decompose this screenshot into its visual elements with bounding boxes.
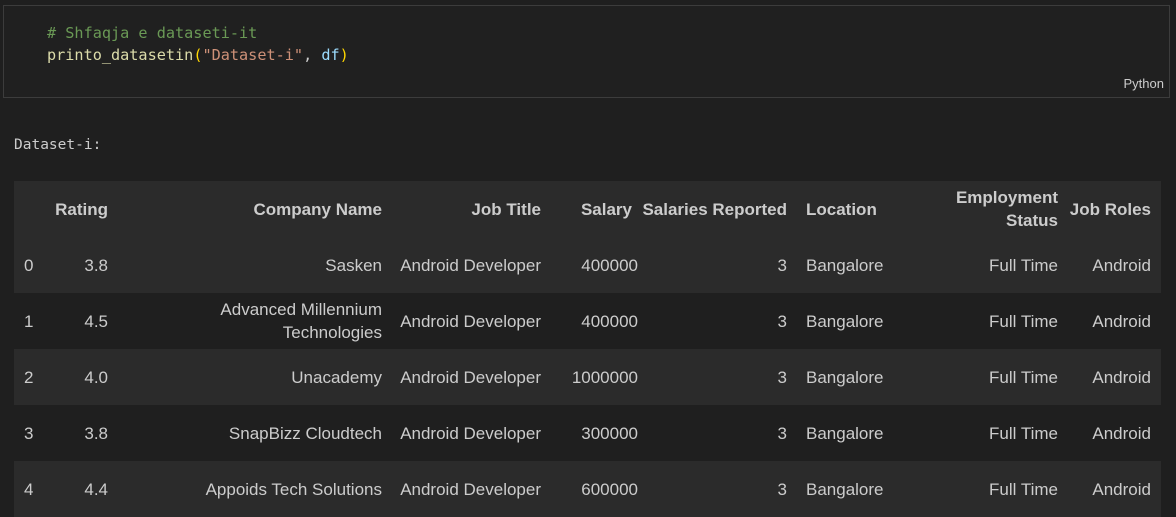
header-employment-status: Employment Status	[955, 188, 1058, 230]
cell-language-label[interactable]: Python	[1124, 76, 1164, 91]
table-row: 4 4.4 Appoids Tech Solutions Android Dev…	[14, 461, 1161, 517]
table-row: 3 3.8 SnapBizz Cloudtech Android Develop…	[14, 405, 1161, 461]
cell-company-name: Advanced Millennium Technologies	[220, 300, 382, 342]
cell-company-name: SnapBizz Cloudtech	[228, 423, 382, 443]
cell-job-roles: Android	[1092, 311, 1151, 331]
cell-job-roles: Android	[1092, 423, 1151, 443]
table-row: 1 4.5 Advanced Millennium Technologies A…	[14, 293, 1161, 349]
cell-job-title: Android Developer	[400, 311, 541, 331]
cell-employment-status: Full Time	[989, 423, 1058, 443]
header-salary: Salary	[580, 199, 632, 219]
header-job-title: Job Title	[471, 199, 541, 219]
code-string-arg: "Dataset-i"	[202, 46, 304, 64]
cell-company-name: Appoids Tech Solutions	[205, 479, 382, 499]
cell-company-name: Sasken	[325, 255, 382, 275]
cell-salaries-reported: 3	[777, 479, 787, 499]
cell-salary: 300000	[581, 423, 638, 443]
cell-rating: 3.8	[84, 255, 108, 275]
cell-salary: 400000	[581, 311, 638, 331]
cell-location: Bangalore	[806, 423, 884, 443]
cell-index: 3	[24, 423, 34, 443]
header-rating: Rating	[55, 199, 108, 219]
cell-salaries-reported: 3	[777, 311, 787, 331]
cell-employment-status: Full Time	[989, 367, 1058, 387]
table-header-row: Rating Company Name Job Title Salary Sal…	[14, 181, 1161, 237]
cell-rating: 4.0	[84, 367, 108, 387]
code-line-comment[interactable]: # Shfaqja e dataseti-it	[47, 22, 257, 44]
cell-job-roles: Android	[1092, 367, 1151, 387]
code-cell[interactable]: # Shfaqja e dataseti-it printo_datasetin…	[3, 5, 1170, 98]
header-location: Location	[806, 199, 877, 219]
cell-index: 0	[24, 255, 34, 275]
cell-location: Bangalore	[806, 367, 884, 387]
cell-salary: 400000	[581, 255, 638, 275]
cell-salary: 1000000	[571, 367, 638, 387]
header-company-name: Company Name	[253, 199, 382, 219]
cell-index: 4	[24, 479, 34, 499]
cell-index: 1	[24, 311, 34, 331]
code-close-paren: )	[339, 46, 349, 64]
cell-job-title: Android Developer	[400, 367, 541, 387]
cell-employment-status: Full Time	[989, 255, 1058, 275]
header-job-roles: Job Roles	[1069, 199, 1151, 219]
code-var-arg: df	[321, 46, 340, 64]
dataframe-table: Rating Company Name Job Title Salary Sal…	[14, 181, 1161, 517]
code-comment: # Shfaqja e dataseti-it	[47, 24, 258, 42]
cell-index: 2	[24, 367, 34, 387]
cell-rating: 4.4	[84, 479, 108, 499]
cell-salaries-reported: 3	[777, 255, 787, 275]
output-title: Dataset-i:	[14, 137, 102, 153]
cell-job-title: Android Developer	[400, 423, 541, 443]
cell-location: Bangalore	[806, 311, 884, 331]
cell-location: Bangalore	[806, 479, 884, 499]
code-function-name: printo_datasetin	[47, 46, 194, 64]
cell-employment-status: Full Time	[989, 311, 1058, 331]
cell-location: Bangalore	[806, 255, 884, 275]
cell-rating: 4.5	[84, 311, 108, 331]
table-row: 2 4.0 Unacademy Android Developer 100000…	[14, 349, 1161, 405]
header-salaries-reported: Salaries Reported	[642, 199, 787, 219]
header-index	[14, 181, 50, 237]
cell-salaries-reported: 3	[777, 423, 787, 443]
code-line-call[interactable]: printo_datasetin("Dataset-i", df)	[47, 44, 349, 66]
table-row: 0 3.8 Sasken Android Developer 400000 3 …	[14, 237, 1161, 293]
cell-company-name: Unacademy	[291, 367, 382, 387]
cell-salaries-reported: 3	[777, 367, 787, 387]
cell-job-title: Android Developer	[400, 479, 541, 499]
cell-employment-status: Full Time	[989, 479, 1058, 499]
code-comma: ,	[303, 46, 322, 64]
cell-job-roles: Android	[1092, 479, 1151, 499]
cell-job-roles: Android	[1092, 255, 1151, 275]
cell-job-title: Android Developer	[400, 255, 541, 275]
cell-salary: 600000	[581, 479, 638, 499]
cell-rating: 3.8	[84, 423, 108, 443]
